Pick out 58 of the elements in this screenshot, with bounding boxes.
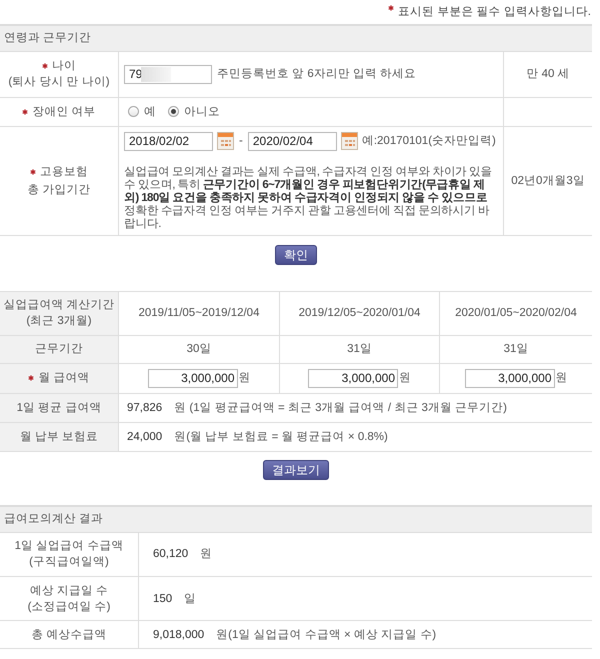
row-label: 실업급여액 계산기간 (2, 298, 116, 312)
field-label: 고용보험 (40, 164, 88, 178)
required-note: 표시된 부분은 필수 입력사항입니다. (398, 5, 591, 19)
date-separator: - (239, 134, 243, 148)
row-label: 월 급여액 (38, 371, 90, 385)
radio-label[interactable]: 예 (144, 104, 156, 118)
currency-unit: 원 (399, 371, 411, 385)
currency-unit: 원 (238, 371, 250, 385)
row-label: 예상 지급일 수 (28, 584, 110, 598)
premium-value: 24,000 (127, 430, 162, 442)
work-days-cell: 31일 (280, 335, 440, 363)
age-result: 만 40 세 (526, 68, 570, 80)
field-sublabel: (퇴사 당시 만 나이) (7, 75, 111, 90)
start-date-input[interactable]: 2018/02/02 (124, 132, 213, 150)
period-cell: 2019/11/05~2019/12/04 (118, 291, 280, 335)
row-sublabel: (소정급여일 수) (26, 600, 112, 614)
row-header-cell: 월 납부 보험료 (0, 422, 118, 451)
calendar-icon[interactable] (340, 132, 358, 150)
row-header-cell: 1일 평균 급여액 (0, 393, 118, 422)
radio-label[interactable]: 아니오 (184, 104, 220, 118)
result-unit: 일 (184, 592, 196, 604)
row-sublabel: (구직급여일액) (28, 555, 110, 570)
field-sublabel: 총 가입기간 (26, 182, 92, 196)
period-cell: 2020/01/05~2020/02/04 (440, 291, 592, 335)
daily-average-value: 97,826 (127, 402, 162, 414)
row-label: 1일 실업급여 수급액 (14, 539, 124, 554)
result-value: 9,018,000 (153, 628, 204, 640)
result-unit: 원(1일 실업급여 수급액 × 예상 지급일 수) (216, 628, 436, 640)
salary-input[interactable]: 3,000,000 (308, 368, 398, 388)
formula-note: 원(월 납부 보험료 = 월 평균급여 × 0.8%) (174, 430, 388, 442)
field-label: 장애인 여부 (32, 104, 96, 118)
work-days-cell: 30일 (118, 335, 280, 363)
row-label: 총 예상수급액 (30, 628, 108, 642)
result-value: 60,120 (153, 548, 188, 560)
row-header-cell: 근무기간 (0, 335, 118, 363)
salary-input[interactable]: 3,000,000 (464, 368, 554, 388)
radio-button[interactable] (128, 106, 139, 117)
field-label: 나이 (52, 59, 76, 74)
result-unit: 원 (200, 548, 212, 560)
section-header: 급여모의계산 결과 (0, 504, 592, 532)
notice-paragraph: 실업급여 모의계산 결과는 실제 수급액, 수급자격 인정 여부와 차이가 있을 수 있으며, 특히 근무기간이 6~7개월인 경우 피보험단위기간(무급휴일 제외) 180일 요건을 충족하지 못하여 수급자격이 인정되지 않을 수 있으므로 정확한 수급자격 인정 여부는 거주지 관할 고용센터에 직접 문의하시기 바랍니다. (124, 166, 493, 230)
currency-unit: 원 (556, 371, 568, 385)
radio-button[interactable] (168, 106, 179, 117)
calendar-icon[interactable] (217, 132, 234, 150)
salary-input[interactable]: 3,000,000 (148, 368, 238, 388)
formula-note: 원 (1일 평균급여액 = 최근 3개월 급여액 / 최근 3개월 근무기간) (174, 402, 507, 414)
section-header: 연령과 근무기간 (0, 24, 592, 52)
row-sublabel: (최근 3개월) (25, 314, 93, 328)
confirm-button[interactable]: 확인 (275, 244, 317, 264)
result-value: 150 (153, 592, 172, 604)
period-cell: 2019/12/05~2020/01/04 (280, 291, 440, 335)
asterisk-icon (388, 5, 394, 11)
membership-period-result: 02년0개월3일 (511, 174, 585, 186)
date-format-example: 예:20170101(숫자만입력) (362, 134, 496, 148)
end-date-input[interactable]: 2020/02/04 (248, 132, 337, 150)
view-results-button[interactable]: 결과보기 (263, 460, 329, 480)
input-instruction: 주민등록번호 앞 6자리만 입력 하세요 (217, 67, 416, 82)
blurred-redaction (141, 66, 171, 82)
